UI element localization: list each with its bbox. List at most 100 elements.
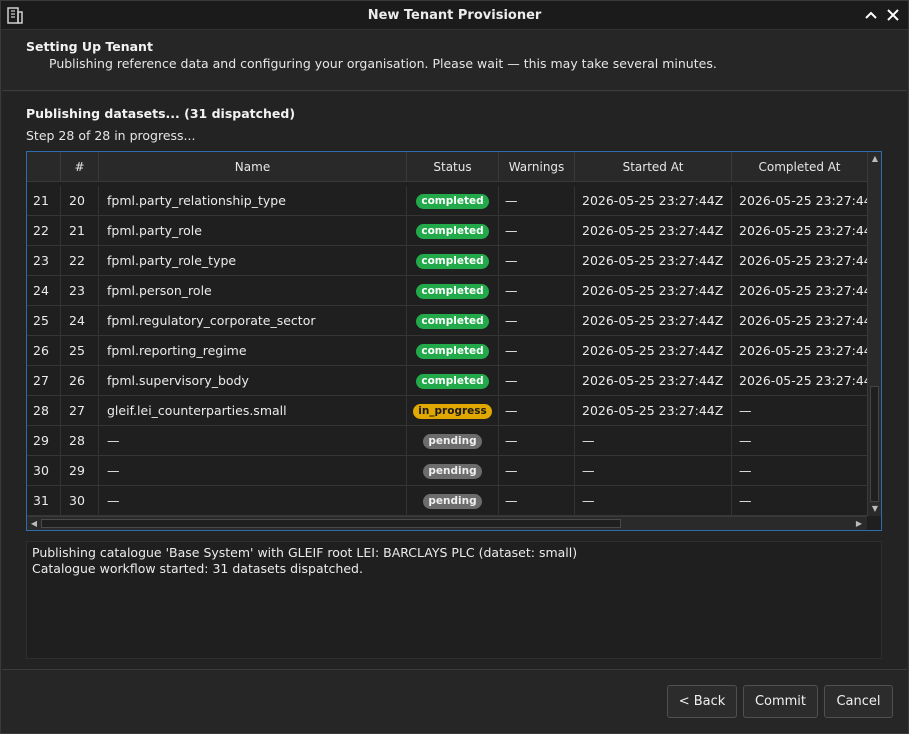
log-line: Publishing catalogue 'Base System' with …	[32, 545, 578, 560]
dataset-number: 28	[61, 426, 99, 456]
dataset-name: —	[99, 456, 407, 486]
dataset-started-at: —	[575, 426, 732, 456]
column-header-number[interactable]: #	[61, 152, 99, 182]
dataset-completed-at: 2026-05-25 23:27:44Z	[739, 223, 867, 238]
back-button[interactable]: < Back	[667, 685, 737, 718]
status-badge: pending	[423, 464, 482, 479]
dataset-number: 20	[61, 186, 99, 216]
status-badge: pending	[423, 494, 482, 509]
dataset-status: completed	[407, 276, 499, 306]
row-number-header	[27, 152, 61, 182]
scroll-right-icon[interactable]: ▶	[853, 518, 865, 530]
table-row[interactable]: 23 22 fpml.party_role_type completed —2026-0…	[27, 246, 867, 276]
close-icon[interactable]	[883, 5, 903, 25]
row-index: 29	[27, 426, 61, 456]
table-row[interactable]: 25 24 fpml.regulatory_corporate_sector comp…	[27, 306, 867, 336]
dataset-status: pending	[407, 426, 499, 456]
commit-button[interactable]: Commit	[743, 685, 818, 718]
dataset-name: —	[99, 486, 407, 516]
vertical-scroll-thumb[interactable]	[870, 386, 879, 502]
dataset-completed-at: 2026-05-25 23:27:44Z	[739, 253, 867, 268]
progress-title: Publishing datasets... (31 dispatched)	[26, 106, 296, 121]
table-row[interactable]: 22 21 fpml.party_role completed —2026-05-25 …	[27, 216, 867, 246]
table-row[interactable]: 27 26 fpml.supervisory_body completed —2026-…	[27, 366, 867, 396]
column-header-started-at[interactable]: Started At	[575, 152, 732, 182]
column-header-warnings[interactable]: Warnings	[499, 152, 575, 182]
scroll-left-icon[interactable]: ◀	[28, 518, 40, 530]
cancel-button[interactable]: Cancel	[824, 685, 893, 718]
table-row[interactable]: 21 20 fpml.party_relationship_type complete…	[27, 186, 867, 216]
dataset-warnings: —	[499, 336, 575, 366]
table-row[interactable]: 30 29— pending — — —	[27, 456, 867, 486]
window-title: New Tenant Provisioner	[367, 8, 542, 23]
dataset-name: fpml.regulatory_corporate_sector	[99, 306, 407, 336]
dataset-completed-at: —	[739, 463, 752, 478]
dataset-number: 24	[61, 306, 99, 336]
log-line: Catalogue workflow started: 31 datasets …	[32, 561, 363, 576]
dataset-warnings: —	[499, 306, 575, 336]
scroll-up-icon[interactable]: ▲	[869, 153, 881, 165]
dataset-started-at: 2026-05-25 23:27:44Z	[575, 366, 732, 396]
dataset-started-at: 2026-05-25 23:27:44Z	[575, 186, 732, 216]
table-row[interactable]: 29 28— pending — — —	[27, 426, 867, 456]
dataset-completed-at: 2026-05-25 23:27:44Z	[739, 373, 867, 388]
column-header-completed-at[interactable]: Completed At	[732, 152, 867, 182]
dataset-name: —	[99, 426, 407, 456]
column-header-status[interactable]: Status	[407, 152, 499, 182]
table-row[interactable]: 26 25 fpml.reporting_regime completed —2026-…	[27, 336, 867, 366]
dataset-name: fpml.party_relationship_type	[99, 186, 407, 216]
dataset-number: 30	[61, 486, 99, 516]
dataset-name: gleif.lei_counterparties.small	[99, 396, 407, 426]
row-index: 22	[27, 216, 61, 246]
status-badge: in_progress	[413, 404, 492, 419]
status-badge: pending	[423, 434, 482, 449]
dataset-status: completed	[407, 216, 499, 246]
dataset-number: 21	[61, 216, 99, 246]
table-body: 21 20 fpml.party_relationship_type complete…	[27, 186, 867, 516]
table-row[interactable]: 24 23 fpml.person_role completed —2026-05-25…	[27, 276, 867, 306]
column-header-name[interactable]: Name	[99, 152, 407, 182]
dataset-name: fpml.party_role	[99, 216, 407, 246]
dataset-warnings: —	[499, 276, 575, 306]
page-title: Setting Up Tenant	[26, 39, 153, 54]
dataset-completed-at: 2026-05-25 23:27:44Z	[739, 283, 867, 298]
row-index: 23	[27, 246, 61, 276]
dataset-started-at: 2026-05-25 23:27:44Z	[575, 216, 732, 246]
title-bar[interactable]: New Tenant Provisioner	[1, 1, 908, 30]
dataset-started-at: 2026-05-25 23:27:44Z	[575, 276, 732, 306]
dataset-status: pending	[407, 486, 499, 516]
table-row[interactable]: 31 30— pending — — —	[27, 486, 867, 516]
scroll-down-icon[interactable]: ▼	[869, 503, 881, 515]
dataset-completed-at: —	[739, 433, 752, 448]
dataset-warnings: —	[499, 366, 575, 396]
dataset-status: completed	[407, 186, 499, 216]
dataset-warnings: —	[499, 486, 575, 516]
log-output[interactable]: Publishing catalogue 'Base System' with …	[26, 541, 882, 659]
dataset-started-at: 2026-05-25 23:27:44Z	[575, 396, 732, 426]
chevron-up-icon[interactable]	[861, 5, 881, 25]
provisioner-window: New Tenant Provisioner Setting Up Tenant…	[0, 0, 909, 734]
dataset-status: pending	[407, 456, 499, 486]
dataset-number: 25	[61, 336, 99, 366]
dataset-started-at: 2026-05-25 23:27:44Z	[575, 246, 732, 276]
table-header: # Name Status Warnings Started At Comple…	[27, 152, 867, 182]
horizontal-scroll-thumb[interactable]	[41, 519, 621, 528]
dataset-completed-at: —	[739, 493, 752, 508]
row-index: 25	[27, 306, 61, 336]
status-badge: completed	[416, 254, 489, 269]
status-badge: completed	[416, 344, 489, 359]
datasets-table[interactable]: # Name Status Warnings Started At Comple…	[26, 151, 882, 531]
dataset-number: 27	[61, 396, 99, 426]
row-index: 21	[27, 186, 61, 216]
status-badge: completed	[416, 374, 489, 389]
dataset-warnings: —	[499, 186, 575, 216]
vertical-scrollbar[interactable]: ▲ ▼	[867, 152, 881, 516]
dataset-status: in_progress	[407, 396, 499, 426]
dataset-completed-at: 2026-05-25 23:27:44Z	[739, 193, 867, 208]
page-subtitle: Publishing reference data and configurin…	[49, 56, 717, 71]
row-index: 26	[27, 336, 61, 366]
horizontal-scrollbar[interactable]: ◀ ▶	[27, 516, 867, 530]
dataset-warnings: —	[499, 456, 575, 486]
row-index: 28	[27, 396, 61, 426]
table-row[interactable]: 28 27 gleif.lei_counterparties.small in_pro…	[27, 396, 867, 426]
